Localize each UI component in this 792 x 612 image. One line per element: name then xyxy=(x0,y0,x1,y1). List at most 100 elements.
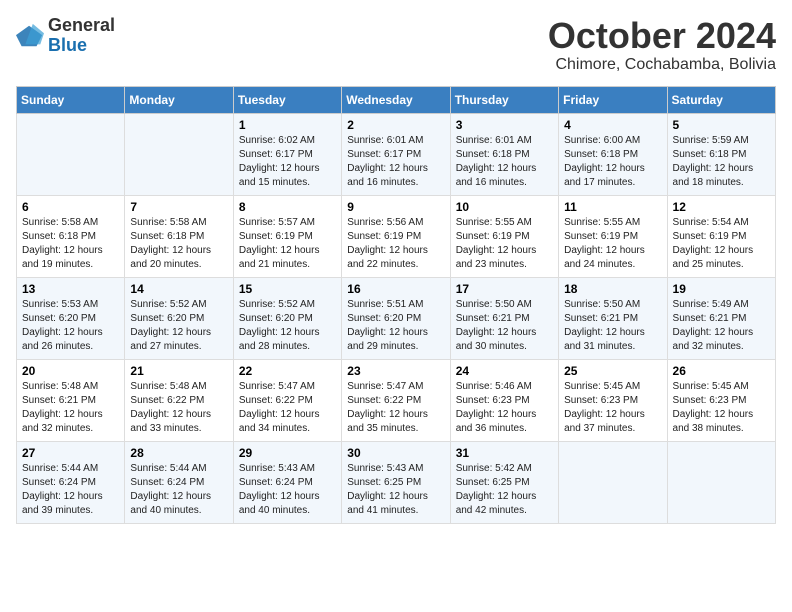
day-info: Sunrise: 5:57 AMSunset: 6:19 PMDaylight:… xyxy=(239,216,336,272)
day-number: 18 xyxy=(564,282,661,296)
day-info: Sunrise: 5:50 AMSunset: 6:21 PMDaylight:… xyxy=(456,298,553,354)
calendar-cell: 15 Sunrise: 5:52 AMSunset: 6:20 PMDayligh… xyxy=(233,277,341,359)
day-number: 26 xyxy=(673,364,770,378)
calendar-cell: 11Sunrise: 5:55 AMSunset: 6:19 PMDayligh… xyxy=(559,195,667,277)
day-number: 12 xyxy=(673,200,770,214)
calendar-cell: 5 Sunrise: 5:59 AMSunset: 6:18 PMDaylight… xyxy=(667,113,775,195)
day-number: 8 xyxy=(239,200,336,214)
day-number: 23 xyxy=(347,364,444,378)
day-info: Sunrise: 5:42 AMSunset: 6:25 PMDaylight:… xyxy=(456,462,553,518)
calendar-cell: 27Sunrise: 5:44 AMSunset: 6:24 PMDayligh… xyxy=(17,441,125,523)
calendar-cell: 3 Sunrise: 6:01 AMSunset: 6:18 PMDaylight… xyxy=(450,113,558,195)
calendar-cell: 7 Sunrise: 5:58 AMSunset: 6:18 PMDaylight… xyxy=(125,195,233,277)
calendar-cell xyxy=(559,441,667,523)
col-friday: Friday xyxy=(559,86,667,113)
day-number: 25 xyxy=(564,364,661,378)
calendar-week-4: 20Sunrise: 5:48 AMSunset: 6:21 PMDayligh… xyxy=(17,359,776,441)
calendar-cell: 4 Sunrise: 6:00 AMSunset: 6:18 PMDaylight… xyxy=(559,113,667,195)
calendar-cell: 2Sunrise: 6:01 AMSunset: 6:17 PMDaylight… xyxy=(342,113,450,195)
col-monday: Monday xyxy=(125,86,233,113)
calendar-cell: 22 Sunrise: 5:47 AMSunset: 6:22 PMDayligh… xyxy=(233,359,341,441)
day-info: Sunrise: 5:50 AMSunset: 6:21 PMDaylight:… xyxy=(564,298,661,354)
logo-icon xyxy=(16,22,44,50)
day-number: 19 xyxy=(673,282,770,296)
col-tuesday: Tuesday xyxy=(233,86,341,113)
calendar-cell: 6Sunrise: 5:58 AMSunset: 6:18 PMDaylight… xyxy=(17,195,125,277)
day-number: 24 xyxy=(456,364,553,378)
day-info: Sunrise: 5:44 AMSunset: 6:24 PMDaylight:… xyxy=(22,462,119,518)
day-info: Sunrise: 5:53 AMSunset: 6:20 PMDaylight:… xyxy=(22,298,119,354)
calendar-cell xyxy=(125,113,233,195)
day-info: Sunrise: 5:44 AMSunset: 6:24 PMDaylight:… xyxy=(130,462,227,518)
calendar-cell: 23 Sunrise: 5:47 AMSunset: 6:22 PMDayligh… xyxy=(342,359,450,441)
calendar-table: Sunday Monday Tuesday Wednesday Thursday… xyxy=(16,86,776,524)
day-info: Sunrise: 5:46 AMSunset: 6:23 PMDaylight:… xyxy=(456,380,553,436)
day-number: 22 xyxy=(239,364,336,378)
calendar-week-2: 6 Sunrise: 5:58 AMSunset: 6:18 PMDaylight… xyxy=(17,195,776,277)
day-number: 15 xyxy=(239,282,336,296)
day-info: Sunrise: 5:52 AMSunset: 6:20 PMDaylight:… xyxy=(130,298,227,354)
day-info: Sunrise: 6:01 AMSunset: 6:17 PMDaylight:… xyxy=(347,134,444,190)
day-info: Sunrise: 5:54 AMSunset: 6:19 PMDaylight:… xyxy=(673,216,770,272)
day-number: 4 xyxy=(564,118,661,132)
day-info: Sunrise: 6:02 AMSunset: 6:17 PMDaylight:… xyxy=(239,134,336,190)
day-number: 1 xyxy=(239,118,336,132)
calendar-cell: 13 Sunrise: 5:53 AMSunset: 6:20 PMDayligh… xyxy=(17,277,125,359)
day-info: Sunrise: 5:43 AMSunset: 6:24 PMDaylight:… xyxy=(239,462,336,518)
day-info: Sunrise: 6:01 AMSunset: 6:18 PMDaylight:… xyxy=(456,134,553,190)
calendar-cell: 16 Sunrise: 5:51 AMSunset: 6:20 PMDayligh… xyxy=(342,277,450,359)
calendar-week-5: 27Sunrise: 5:44 AMSunset: 6:24 PMDayligh… xyxy=(17,441,776,523)
col-sunday: Sunday xyxy=(17,86,125,113)
day-info: Sunrise: 5:49 AMSunset: 6:21 PMDaylight:… xyxy=(673,298,770,354)
col-thursday: Thursday xyxy=(450,86,558,113)
logo-general: General xyxy=(48,15,115,35)
day-info: Sunrise: 5:52 AMSunset: 6:20 PMDaylight:… xyxy=(239,298,336,354)
calendar-cell: 14 Sunrise: 5:52 AMSunset: 6:20 PMDayligh… xyxy=(125,277,233,359)
day-number: 6 xyxy=(22,200,119,214)
calendar-header: Sunday Monday Tuesday Wednesday Thursday… xyxy=(17,86,776,113)
day-number: 7 xyxy=(130,200,227,214)
day-number: 13 xyxy=(22,282,119,296)
calendar-week-1: 1 Sunrise: 6:02 AMSunset: 6:17 PMDaylight… xyxy=(17,113,776,195)
calendar-cell: 18 Sunrise: 5:50 AMSunset: 6:21 PMDayligh… xyxy=(559,277,667,359)
day-number: 17 xyxy=(456,282,553,296)
day-info: Sunrise: 5:47 AMSunset: 6:22 PMDaylight:… xyxy=(347,380,444,436)
calendar-cell: 10 Sunrise: 5:55 AMSunset: 6:19 PMDayligh… xyxy=(450,195,558,277)
day-info: Sunrise: 5:59 AMSunset: 6:18 PMDaylight:… xyxy=(673,134,770,190)
col-wednesday: Wednesday xyxy=(342,86,450,113)
day-number: 3 xyxy=(456,118,553,132)
day-info: Sunrise: 6:00 AMSunset: 6:18 PMDaylight:… xyxy=(564,134,661,190)
calendar-cell: 25Sunrise: 5:45 AMSunset: 6:23 PMDayligh… xyxy=(559,359,667,441)
day-number: 30 xyxy=(347,446,444,460)
day-info: Sunrise: 5:43 AMSunset: 6:25 PMDaylight:… xyxy=(347,462,444,518)
calendar-cell: 21Sunrise: 5:48 AMSunset: 6:22 PMDayligh… xyxy=(125,359,233,441)
calendar-cell: 31 Sunrise: 5:42 AMSunset: 6:25 PMDayligh… xyxy=(450,441,558,523)
calendar-cell: 17 Sunrise: 5:50 AMSunset: 6:21 PMDayligh… xyxy=(450,277,558,359)
logo-text: General Blue xyxy=(48,16,115,56)
header-row: Sunday Monday Tuesday Wednesday Thursday… xyxy=(17,86,776,113)
day-number: 29 xyxy=(239,446,336,460)
day-info: Sunrise: 5:48 AMSunset: 6:22 PMDaylight:… xyxy=(130,380,227,436)
calendar-cell: 30 Sunrise: 5:43 AMSunset: 6:25 PMDayligh… xyxy=(342,441,450,523)
calendar-cell: 29 Sunrise: 5:43 AMSunset: 6:24 PMDayligh… xyxy=(233,441,341,523)
calendar-cell: 12 Sunrise: 5:54 AMSunset: 6:19 PMDayligh… xyxy=(667,195,775,277)
day-info: Sunrise: 5:47 AMSunset: 6:22 PMDaylight:… xyxy=(239,380,336,436)
day-info: Sunrise: 5:56 AMSunset: 6:19 PMDaylight:… xyxy=(347,216,444,272)
day-info: Sunrise: 5:45 AMSunset: 6:23 PMDaylight:… xyxy=(673,380,770,436)
day-number: 20 xyxy=(22,364,119,378)
day-number: 31 xyxy=(456,446,553,460)
day-number: 10 xyxy=(456,200,553,214)
day-number: 16 xyxy=(347,282,444,296)
day-number: 5 xyxy=(673,118,770,132)
col-saturday: Saturday xyxy=(667,86,775,113)
calendar-cell: 24 Sunrise: 5:46 AMSunset: 6:23 PMDayligh… xyxy=(450,359,558,441)
day-number: 14 xyxy=(130,282,227,296)
calendar-cell xyxy=(667,441,775,523)
day-number: 11 xyxy=(564,200,661,214)
day-info: Sunrise: 5:55 AMSunset: 6:19 PMDaylight:… xyxy=(456,216,553,272)
page-subtitle: Chimore, Cochabamba, Bolivia xyxy=(548,56,776,74)
calendar-cell: 20Sunrise: 5:48 AMSunset: 6:21 PMDayligh… xyxy=(17,359,125,441)
day-info: Sunrise: 5:58 AMSunset: 6:18 PMDaylight:… xyxy=(130,216,227,272)
day-info: Sunrise: 5:51 AMSunset: 6:20 PMDaylight:… xyxy=(347,298,444,354)
logo-blue: Blue xyxy=(48,35,87,55)
